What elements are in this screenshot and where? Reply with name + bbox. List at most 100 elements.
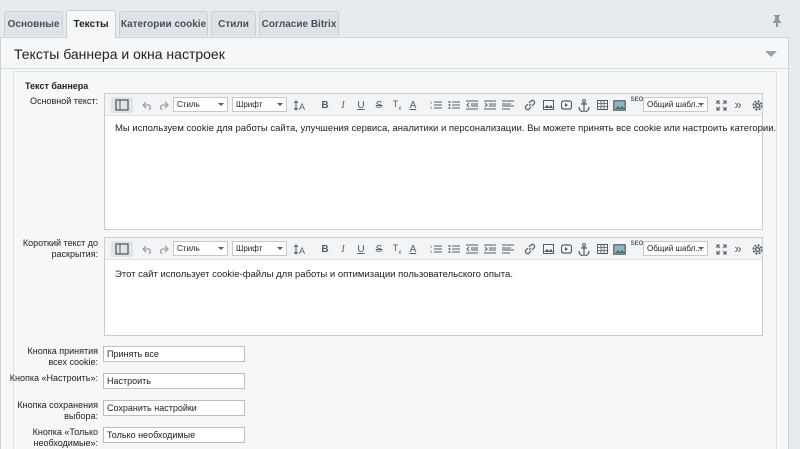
collapse-icon[interactable] <box>765 51 777 57</box>
select-value: Стиль <box>177 100 200 109</box>
outdent-icon[interactable] <box>466 241 478 257</box>
style-select[interactable]: Стиль <box>173 97 228 112</box>
tab-cookie-categories[interactable]: Категории cookie <box>119 11 208 36</box>
settings-icon[interactable] <box>751 241 763 257</box>
template-select[interactable]: Общий шабл... <box>643 97 708 112</box>
svg-text:A: A <box>299 102 305 111</box>
seo-icon[interactable]: SEO <box>631 241 644 257</box>
main-text-label: Основной текст: <box>30 96 98 106</box>
pin-icon[interactable] <box>771 14 783 28</box>
italic-icon[interactable]: I <box>338 241 348 257</box>
panel-title: Тексты баннера и окна настроек <box>14 46 225 62</box>
align-icon[interactable] <box>502 97 514 113</box>
editor-toolbar: Стиль Шрифт A B I U S Tx A 1 2 SEO Общий шабл... » <box>105 238 763 260</box>
ordered-list-icon[interactable]: 12 <box>430 241 442 257</box>
tab-bar: Основные Тексты Категории cookie Стили С… <box>0 0 800 38</box>
video-icon[interactable] <box>560 241 572 257</box>
necessary-only-input[interactable]: Только необходимые <box>103 427 245 443</box>
font-size-icon[interactable]: A <box>293 241 307 257</box>
chevron-down-icon <box>277 247 283 250</box>
tab-label: Категории cookie <box>120 18 207 30</box>
smiley-icon[interactable] <box>613 97 626 113</box>
chevron-down-icon <box>218 103 224 106</box>
svg-text:2: 2 <box>430 249 433 254</box>
tab-bitrix-consent[interactable]: Согласие Bitrix <box>259 11 339 36</box>
indent-icon[interactable] <box>484 241 496 257</box>
tab-label: Согласие Bitrix <box>261 18 337 30</box>
clear-format-icon[interactable]: Tx <box>391 241 403 257</box>
editor-content[interactable]: Этот сайт использует cookie-файлы для ра… <box>115 269 513 280</box>
svg-text:2: 2 <box>430 105 433 110</box>
anchor-icon[interactable] <box>578 241 590 257</box>
configure-label: Кнопка «Настроить»: <box>9 373 98 383</box>
tab-label: Основные <box>7 18 60 30</box>
editor-mode-icon[interactable] <box>111 97 133 113</box>
smiley-icon[interactable] <box>613 241 626 257</box>
editor-toolbar: Стиль Шрифт A B I U S Tx A 1 2 SEO Общий шабл... » <box>105 94 763 116</box>
underline-icon[interactable]: U <box>356 241 366 257</box>
main-text-editor[interactable]: Стиль Шрифт A B I U S Tx A 1 2 SEO Общий шабл... » Мы… <box>104 93 776 230</box>
redo-icon[interactable] <box>157 97 169 113</box>
template-select[interactable]: Общий шабл... <box>643 241 708 256</box>
select-value: Шрифт <box>236 244 263 253</box>
svg-text:A: A <box>299 246 305 255</box>
table-icon[interactable] <box>596 241 608 257</box>
section-title: Текст баннера <box>25 81 89 91</box>
configure-input[interactable]: Настроить <box>103 373 245 389</box>
unordered-list-icon[interactable] <box>448 241 460 257</box>
outdent-icon[interactable] <box>466 97 478 113</box>
indent-icon[interactable] <box>484 97 496 113</box>
anchor-icon[interactable] <box>578 97 590 113</box>
tab-styles[interactable]: Стили <box>211 11 256 36</box>
accept-all-label: Кнопка принятия всех cookie: <box>27 346 98 367</box>
undo-icon[interactable] <box>141 97 153 113</box>
settings-icon[interactable] <box>751 97 763 113</box>
fullscreen-icon[interactable] <box>715 97 727 113</box>
video-icon[interactable] <box>560 97 572 113</box>
more-icon[interactable]: » <box>733 97 743 113</box>
editor-mode-icon[interactable] <box>111 241 133 257</box>
short-text-label: Короткий текст до раскрытия: <box>22 238 98 259</box>
accept-all-input[interactable]: Принять все <box>103 346 245 362</box>
redo-icon[interactable] <box>157 241 169 257</box>
strikethrough-icon[interactable]: S <box>374 241 384 257</box>
unordered-list-icon[interactable] <box>448 97 460 113</box>
image-icon[interactable] <box>542 97 554 113</box>
italic-icon[interactable]: I <box>338 97 348 113</box>
more-icon[interactable]: » <box>733 241 743 257</box>
select-value: Шрифт <box>236 100 263 109</box>
save-choice-label: Кнопка сохранения выбора: <box>17 400 98 421</box>
seo-icon[interactable]: SEO <box>631 97 644 113</box>
select-value: Стиль <box>177 244 200 253</box>
tab-texts[interactable]: Тексты <box>66 10 116 38</box>
strikethrough-icon[interactable]: S <box>374 97 384 113</box>
link-icon[interactable] <box>524 241 536 257</box>
text-color-icon[interactable]: A <box>408 97 418 113</box>
font-select[interactable]: Шрифт <box>232 241 287 256</box>
editor-content[interactable]: Мы используем cookie для работы сайта, у… <box>115 123 776 134</box>
select-value: Общий шабл... <box>647 244 702 253</box>
font-select[interactable]: Шрифт <box>232 97 287 112</box>
clear-format-icon[interactable]: Tx <box>391 97 403 113</box>
underline-icon[interactable]: U <box>356 97 366 113</box>
tab-label: Тексты <box>73 19 109 30</box>
image-icon[interactable] <box>542 241 554 257</box>
undo-icon[interactable] <box>141 241 153 257</box>
bold-icon[interactable]: B <box>320 97 330 113</box>
table-icon[interactable] <box>596 97 608 113</box>
style-select[interactable]: Стиль <box>173 241 228 256</box>
tab-main[interactable]: Основные <box>4 11 63 36</box>
text-color-icon[interactable]: A <box>408 241 418 257</box>
short-text-editor[interactable]: Стиль Шрифт A B I U S Tx A 1 2 SEO Общий шабл... » Эт… <box>104 237 763 336</box>
chevron-down-icon <box>277 103 283 106</box>
bold-icon[interactable]: B <box>320 241 330 257</box>
font-size-icon[interactable]: A <box>293 97 307 113</box>
fullscreen-icon[interactable] <box>715 241 727 257</box>
ordered-list-icon[interactable]: 12 <box>430 97 442 113</box>
link-icon[interactable] <box>524 97 536 113</box>
save-choice-input[interactable]: Сохранить настройки <box>103 400 245 416</box>
necessary-only-label: Кнопка «Только необходимые»: <box>32 427 98 448</box>
align-icon[interactable] <box>502 241 514 257</box>
chevron-down-icon <box>698 103 704 106</box>
chevron-down-icon <box>698 247 704 250</box>
